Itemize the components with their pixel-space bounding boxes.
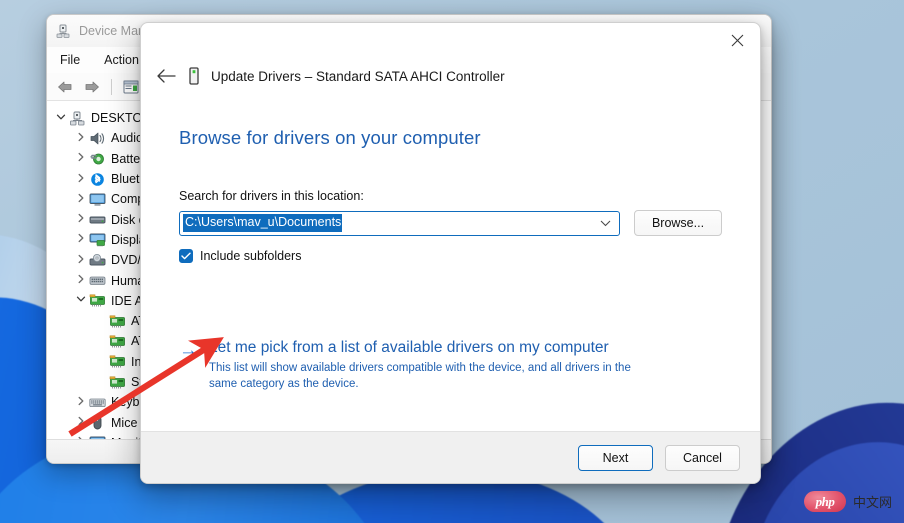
- monitor-icon: [89, 192, 106, 207]
- next-button[interactable]: Next: [578, 445, 653, 471]
- ide-controller-icon: [109, 354, 126, 369]
- dvd-icon: [89, 253, 106, 268]
- chevron-right-icon[interactable]: [73, 254, 89, 267]
- chevron-down-icon[interactable]: [73, 294, 89, 307]
- dialog-title: Update Drivers – Standard SATA AHCI Cont…: [211, 69, 505, 84]
- location-input-value[interactable]: C:\Users\mav_u\Documents: [183, 214, 342, 233]
- php-logo: php: [804, 491, 846, 512]
- dialog-footer: Next Cancel: [141, 431, 760, 483]
- location-combobox[interactable]: C:\Users\mav_u\Documents: [179, 211, 620, 236]
- location-label: Search for drivers in this location:: [179, 189, 722, 203]
- computer-icon: [69, 111, 86, 126]
- ide-controller-icon: [109, 314, 126, 329]
- location-row: C:\Users\mav_u\Documents Browse...: [179, 210, 722, 236]
- cancel-button[interactable]: Cancel: [665, 445, 740, 471]
- display-adapter-icon: [89, 232, 106, 247]
- include-subfolders-row[interactable]: Include subfolders: [179, 249, 722, 263]
- chevron-right-icon[interactable]: [73, 132, 89, 145]
- device-tree-item-label: DVD/: [111, 253, 141, 267]
- chevron-right-icon[interactable]: [73, 396, 89, 409]
- back-arrow-icon[interactable]: [151, 61, 181, 91]
- ide-controller-icon: [89, 293, 106, 308]
- chevron-right-icon[interactable]: [73, 416, 89, 429]
- disk-icon: [89, 212, 106, 227]
- mouse-icon: [89, 415, 106, 430]
- dialog-close-button[interactable]: [714, 23, 760, 57]
- dialog-header: Update Drivers – Standard SATA AHCI Cont…: [141, 57, 760, 95]
- dialog-content: Browse for drivers on your computer Sear…: [141, 101, 760, 431]
- chevron-down-icon[interactable]: [53, 112, 69, 125]
- ide-controller-icon: [109, 334, 126, 349]
- include-subfolders-label: Include subfolders: [200, 249, 301, 263]
- pick-from-list-description: This list will show available drivers co…: [209, 361, 661, 393]
- right-arrow-icon: →: [179, 341, 198, 360]
- bluetooth-icon: [89, 172, 106, 187]
- keyboard-icon: [89, 395, 106, 410]
- back-icon[interactable]: [53, 76, 77, 98]
- menu-item-action[interactable]: Action: [101, 51, 142, 69]
- battery-icon: [89, 151, 106, 166]
- screen: Device Manager File Action View Help: [0, 0, 904, 523]
- hid-icon: [89, 273, 106, 288]
- chevron-right-icon[interactable]: [73, 193, 89, 206]
- device-tree-item-label: Audio: [111, 131, 143, 145]
- browse-button[interactable]: Browse...: [634, 210, 722, 236]
- chevron-right-icon[interactable]: [73, 233, 89, 246]
- watermark-text: 中文网: [853, 492, 892, 511]
- chevron-down-icon[interactable]: [600, 212, 611, 235]
- include-subfolders-checkbox[interactable]: [179, 249, 193, 263]
- chevron-right-icon[interactable]: [73, 173, 89, 186]
- forward-icon[interactable]: [80, 76, 104, 98]
- pick-from-list-title[interactable]: Let me pick from a list of available dri…: [209, 339, 661, 357]
- chevron-right-icon[interactable]: [73, 152, 89, 165]
- menu-item-file[interactable]: File: [57, 51, 83, 69]
- speaker-icon: [89, 131, 106, 146]
- device-tree-item-label: Mice: [111, 416, 137, 430]
- update-drivers-dialog: Update Drivers – Standard SATA AHCI Cont…: [140, 22, 761, 484]
- chevron-right-icon[interactable]: [73, 213, 89, 226]
- pick-from-list-link[interactable]: → Let me pick from a list of available d…: [179, 339, 722, 393]
- device-icon: [187, 67, 201, 85]
- watermark: php 中文网: [804, 491, 892, 512]
- page-heading: Browse for drivers on your computer: [179, 127, 722, 149]
- chevron-right-icon[interactable]: [73, 274, 89, 287]
- device-manager-icon: [55, 23, 71, 39]
- ide-controller-icon: [109, 375, 126, 390]
